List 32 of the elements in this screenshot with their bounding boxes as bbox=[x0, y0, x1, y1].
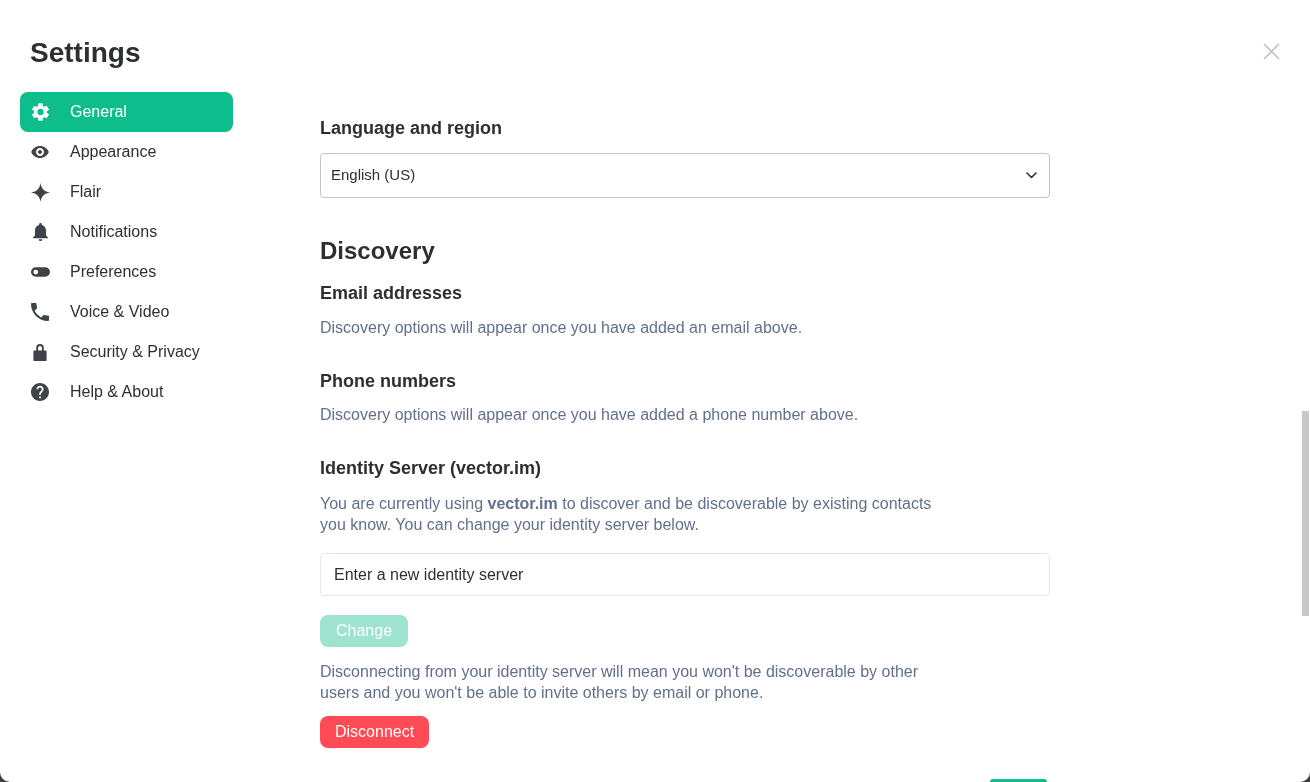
sidebar-tab[interactable]: Security & Privacy bbox=[20, 332, 233, 372]
scrollbar-thumb[interactable] bbox=[1302, 411, 1309, 616]
cut-off-button[interactable] bbox=[990, 779, 1047, 782]
chevron-down-icon bbox=[1026, 172, 1037, 179]
warning-text: Disconnecting from your identity server will mean you won't be discoverable by other users and you won't be able to invite others by email or phone. bbox=[320, 662, 919, 703]
eye-icon bbox=[31, 146, 49, 158]
description-text: Discovery options will appear once you have added an email above. bbox=[320, 318, 803, 338]
subsection-heading: Phone numbers bbox=[320, 370, 457, 393]
section-heading: Discovery bbox=[320, 236, 435, 266]
description-text: Discovery options will appear once you have added a phone number above. bbox=[320, 405, 859, 425]
settings-title: Settings bbox=[30, 36, 141, 69]
description-text: You are currently using vector.im to discover and be discoverable by existing contacts you know. You can change your identity server below. bbox=[320, 494, 933, 535]
lock-icon bbox=[33, 343, 47, 361]
section-heading: Language and region bbox=[320, 117, 502, 140]
identity-server-field[interactable]: Enter a new identity server bbox=[320, 553, 1050, 596]
language-dropdown[interactable]: English (US) bbox=[320, 153, 1050, 198]
subsection-heading: Email addresses bbox=[320, 282, 463, 305]
sidebar-tab[interactable]: Flair bbox=[20, 172, 233, 212]
gear-icon bbox=[31, 103, 49, 121]
sidebar-tab[interactable]: Help & About bbox=[20, 372, 233, 412]
close-icon bbox=[1263, 43, 1280, 60]
phone-icon bbox=[31, 303, 49, 321]
sidebar-tab[interactable]: Preferences bbox=[20, 252, 233, 292]
bell-icon bbox=[32, 223, 48, 241]
sparkle-icon bbox=[30, 182, 50, 202]
sidebar-tab[interactable]: Appearance bbox=[20, 132, 233, 172]
sidebar-tab[interactable]: Voice & Video bbox=[20, 292, 233, 332]
toggle-icon bbox=[30, 267, 50, 277]
sidebar-tab[interactable]: Notifications bbox=[20, 212, 233, 252]
subsection-heading: Identity Server (vector.im) bbox=[320, 457, 542, 480]
close-button[interactable] bbox=[1263, 43, 1280, 60]
help-icon bbox=[31, 383, 49, 401]
